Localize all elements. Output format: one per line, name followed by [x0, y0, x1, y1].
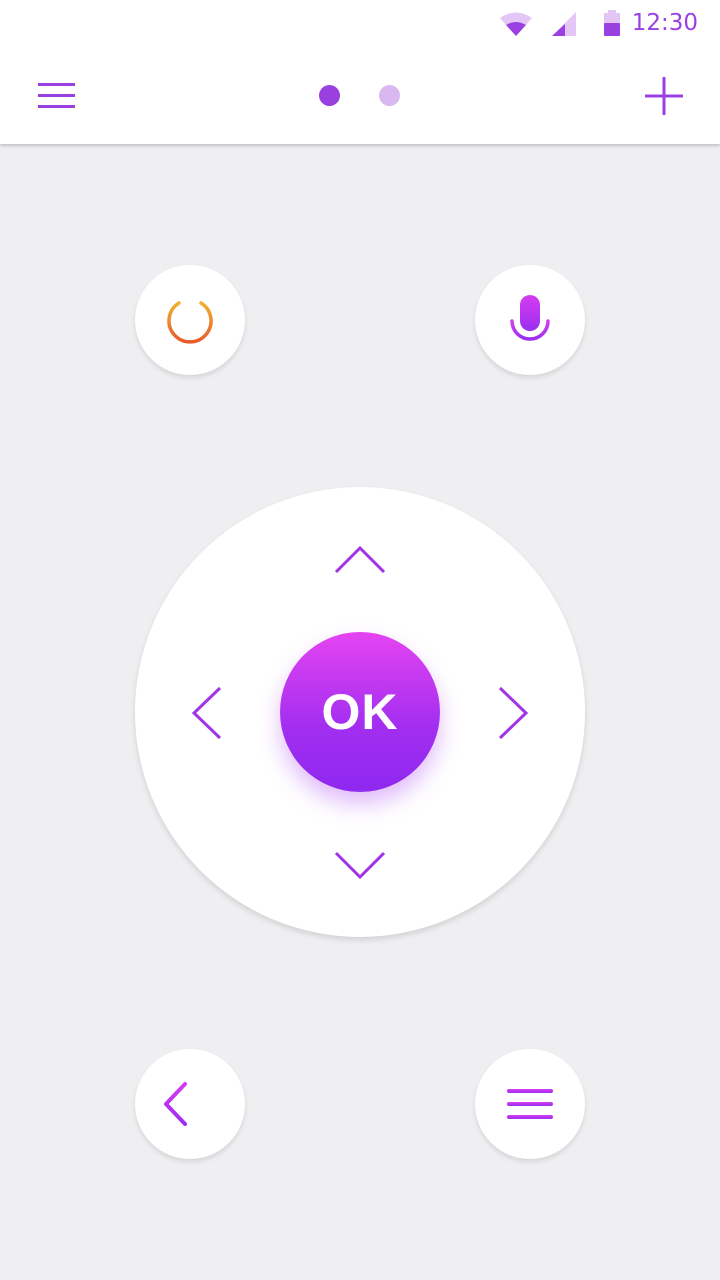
- menu-button[interactable]: [475, 1049, 585, 1159]
- status-bar: 12:30: [0, 0, 720, 48]
- back-button[interactable]: [135, 1049, 245, 1159]
- cellular-signal-icon: [552, 12, 576, 36]
- status-time: 12:30: [631, 10, 698, 36]
- microphone-icon: [510, 295, 550, 341]
- power-button[interactable]: [135, 265, 245, 375]
- ok-button[interactable]: OK: [280, 632, 440, 792]
- chevron-right-icon[interactable]: [497, 686, 529, 740]
- hamburger-menu-icon[interactable]: [38, 83, 76, 109]
- back-arrow-icon: [164, 1082, 216, 1126]
- ok-label: OK: [321, 684, 399, 740]
- chevron-left-icon[interactable]: [191, 686, 223, 740]
- battery-icon: [604, 10, 620, 36]
- chevron-down-icon[interactable]: [334, 850, 386, 880]
- chevron-up-icon[interactable]: [334, 545, 386, 575]
- top-app-bar: 12:30: [0, 0, 720, 144]
- page-dot-active[interactable]: [319, 85, 340, 106]
- menu-lines-icon: [507, 1089, 553, 1119]
- wifi-icon: [500, 12, 532, 36]
- power-icon: [167, 294, 213, 344]
- page-dot-inactive[interactable]: [379, 85, 400, 106]
- voice-button[interactable]: [475, 265, 585, 375]
- plus-icon[interactable]: [644, 76, 684, 116]
